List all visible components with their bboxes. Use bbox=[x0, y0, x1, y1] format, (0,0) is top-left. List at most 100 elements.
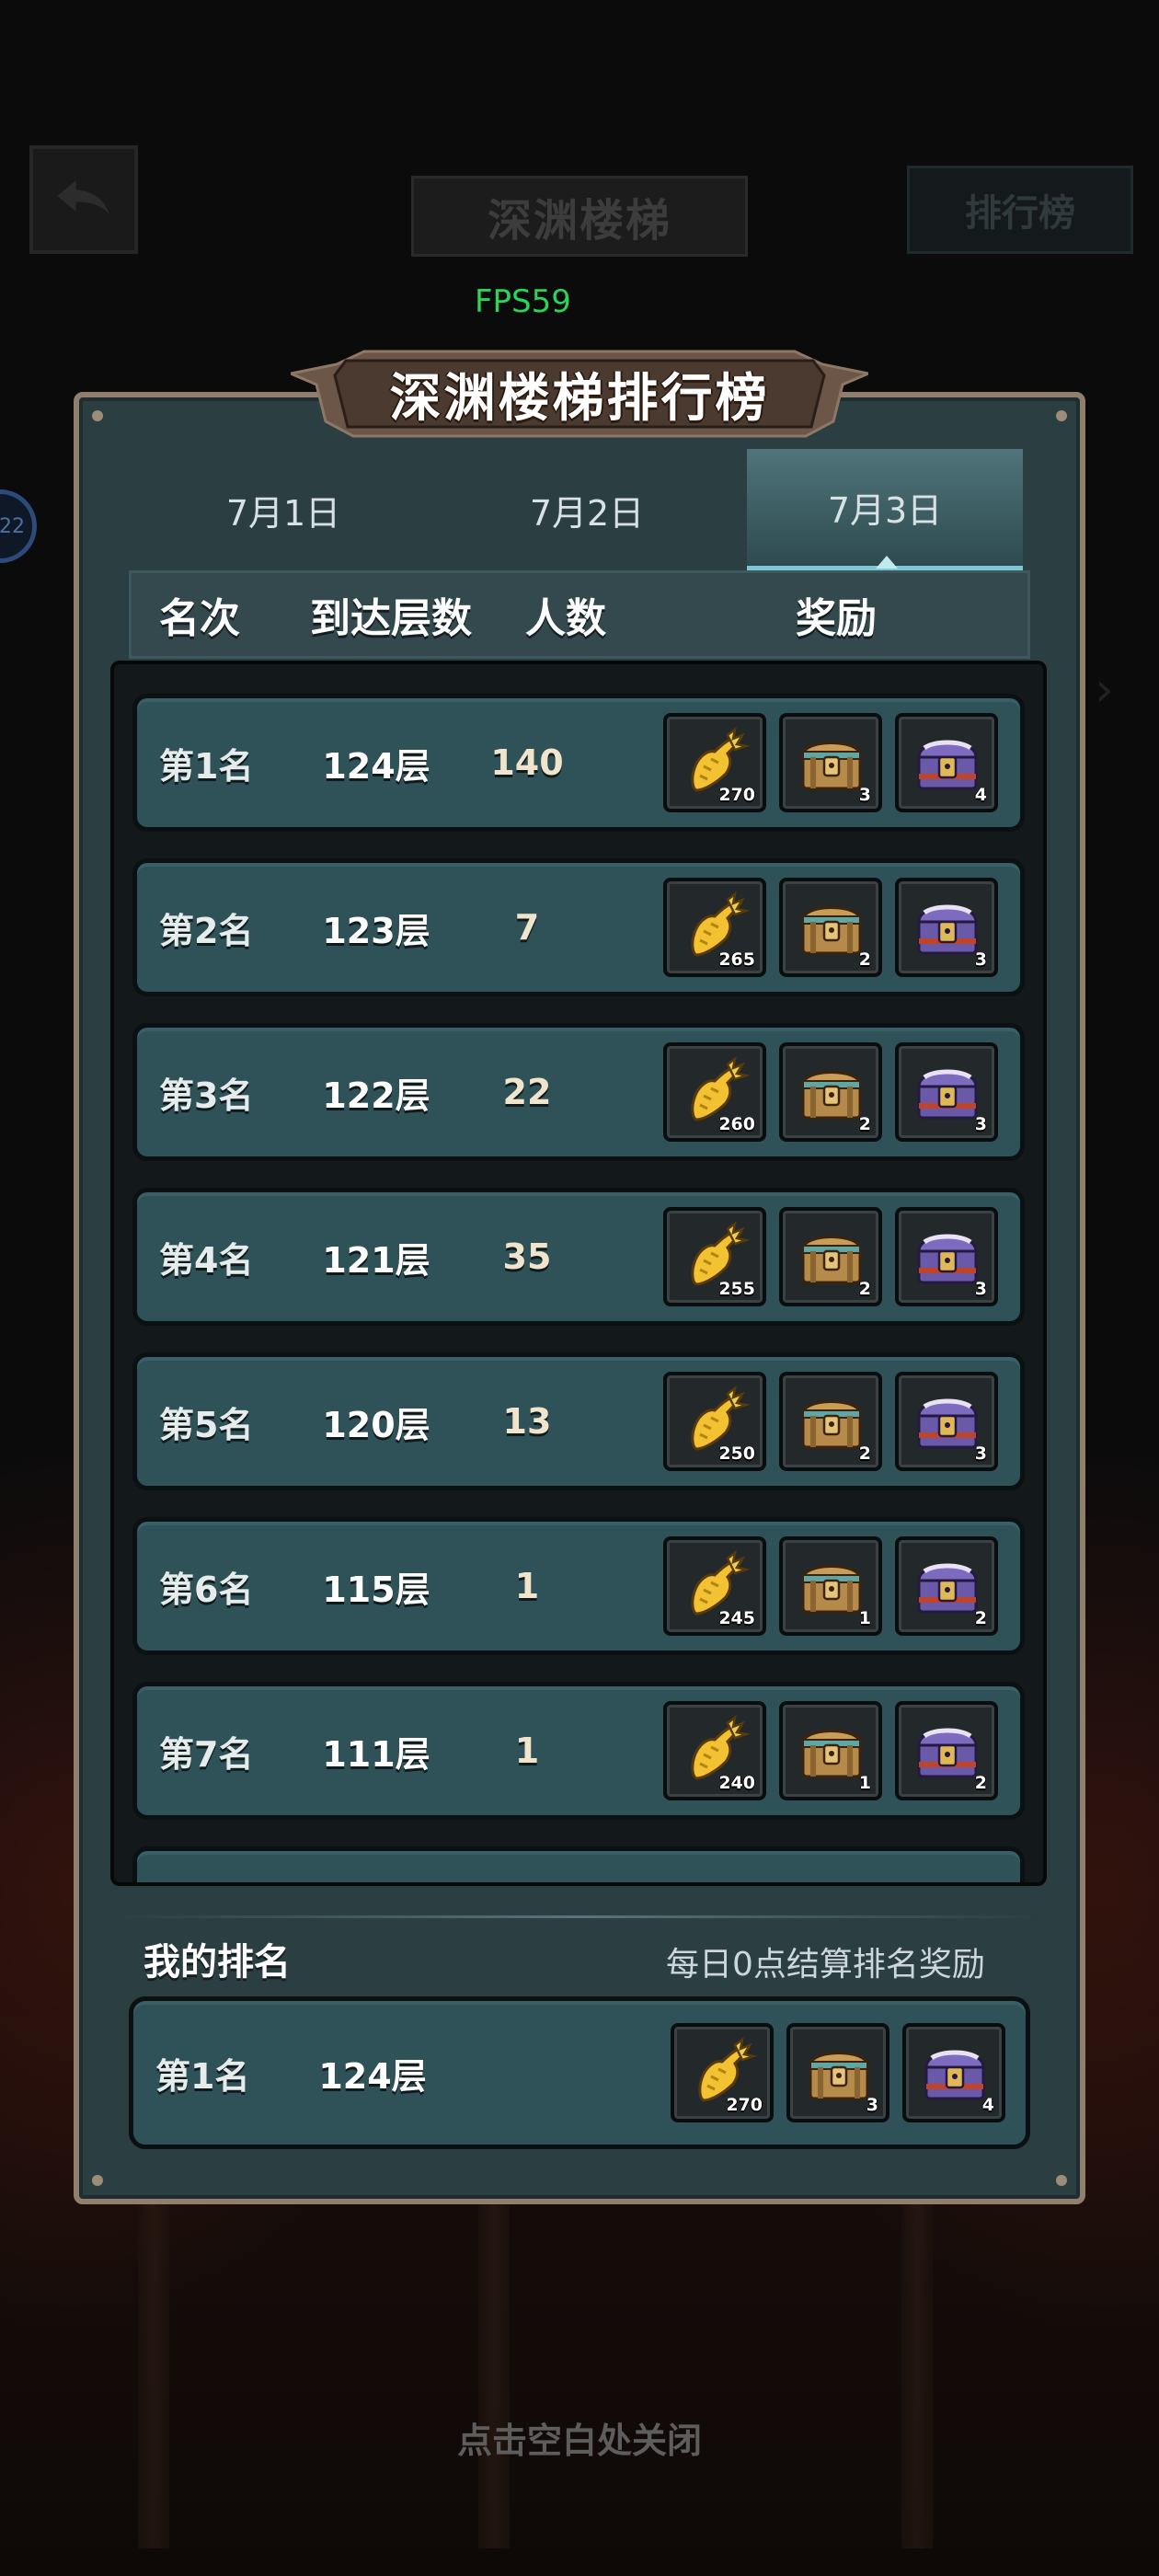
my-floor-value: 124层 bbox=[318, 2055, 427, 2097]
reward-slot[interactable]: 245 bbox=[663, 1536, 766, 1636]
reward-quantity: 270 bbox=[718, 785, 755, 805]
settlement-note: 每日0点结算排名奖励 bbox=[666, 1946, 985, 1984]
floor-cell: 121层 bbox=[322, 1239, 430, 1281]
reward-slot[interactable]: 3 bbox=[895, 1372, 998, 1471]
reward-slot[interactable]: 255 bbox=[663, 1207, 766, 1306]
reward-quantity: 1 bbox=[858, 1608, 871, 1628]
table-row: 第2名 123层 7 265 2 3 bbox=[132, 858, 1025, 996]
rank-cell: 第3名 bbox=[159, 1075, 254, 1116]
reward-quantity: 3 bbox=[974, 1443, 987, 1464]
reward-slot[interactable]: 270 bbox=[671, 2023, 774, 2122]
floor-cell: 120层 bbox=[322, 1404, 430, 1445]
reward-slot[interactable]: 2 bbox=[779, 1372, 882, 1471]
reward-slot[interactable]: 260 bbox=[663, 1042, 766, 1142]
reward-slot[interactable]: 265 bbox=[663, 878, 766, 977]
table-row: 第3名 122层 22 260 2 3 bbox=[132, 1023, 1025, 1161]
rank-cell: 第6名 bbox=[159, 1569, 254, 1610]
reward-quantity: 3 bbox=[866, 2095, 878, 2115]
reward-quantity: 1 bbox=[858, 1773, 871, 1793]
reward-slot[interactable]: 2 bbox=[895, 1536, 998, 1636]
scene-title: 深渊楼梯 bbox=[322, 175, 837, 258]
background-pillar bbox=[901, 2199, 933, 2548]
reward-quantity: 3 bbox=[858, 785, 871, 805]
tab-jul-2[interactable]: 7月2日 bbox=[449, 449, 725, 570]
divider bbox=[109, 1915, 1050, 1918]
reward-quantity: 2 bbox=[974, 1608, 987, 1628]
player-count-cell: 140 bbox=[490, 742, 564, 783]
floor-cell: 123层 bbox=[322, 910, 430, 951]
tab-jul-1[interactable]: 7月1日 bbox=[145, 449, 421, 570]
my-rank-title: 我的排名 bbox=[143, 1941, 291, 1984]
reward-slot[interactable]: 1 bbox=[779, 1701, 882, 1800]
table-row: 第5名 120层 13 250 2 3 bbox=[132, 1352, 1025, 1490]
player-count-cell: 1 bbox=[514, 1731, 540, 1771]
header-reward: 奖励 bbox=[796, 595, 877, 642]
reward-slot[interactable]: 270 bbox=[663, 713, 766, 812]
reward-slot[interactable]: 4 bbox=[902, 2023, 1005, 2122]
my-rank-value: 第1名 bbox=[155, 2055, 250, 2097]
reward-slot[interactable]: 1 bbox=[779, 1536, 882, 1636]
floor-cell: 111层 bbox=[322, 1733, 430, 1775]
background-pillar bbox=[478, 2199, 510, 2548]
corner-rivet bbox=[1056, 410, 1067, 421]
player-count-cell: 7 bbox=[514, 907, 540, 948]
corner-rivet bbox=[1056, 2175, 1067, 2186]
reward-quantity: 240 bbox=[718, 1773, 755, 1793]
title-banner: 深渊楼梯排行榜 bbox=[291, 348, 868, 440]
reward-slot[interactable]: 240 bbox=[663, 1701, 766, 1800]
table-row: 第6名 115层 1 245 1 2 bbox=[132, 1517, 1025, 1655]
player-count-cell: 1 bbox=[514, 1566, 540, 1606]
fps-counter: FPS59 bbox=[475, 283, 571, 320]
ranking-list[interactable]: 第1名 124层 140 270 3 4 第2名 123层 7 265 2 3 第3名 122层 2 2 260… bbox=[110, 661, 1047, 1886]
reward-slot[interactable]: 2 bbox=[895, 1701, 998, 1800]
reward-slot[interactable]: 2 bbox=[779, 1207, 882, 1306]
reward-slot[interactable]: 3 bbox=[779, 713, 882, 812]
rank-cell: 第1名 bbox=[159, 745, 254, 787]
scene-title-text: 深渊楼梯 bbox=[411, 176, 748, 257]
rank-cell: 第5名 bbox=[159, 1404, 254, 1445]
player-count-cell: 35 bbox=[502, 1236, 552, 1277]
table-row-partial bbox=[132, 1846, 1025, 1882]
side-arrow-icon: › bbox=[1095, 662, 1114, 718]
reward-slot[interactable]: 250 bbox=[663, 1372, 766, 1471]
table-row: 第4名 121层 35 255 2 3 bbox=[132, 1188, 1025, 1326]
reward-quantity: 245 bbox=[718, 1608, 755, 1628]
reward-quantity: 3 bbox=[974, 1279, 987, 1299]
rank-cell: 第2名 bbox=[159, 910, 254, 951]
reward-slot[interactable]: 3 bbox=[786, 2023, 889, 2122]
reward-quantity: 270 bbox=[726, 2095, 763, 2115]
tab-jul-3[interactable]: 7月3日 bbox=[747, 449, 1023, 570]
reward-slot[interactable]: 3 bbox=[895, 878, 998, 977]
reward-slot[interactable]: 3 bbox=[895, 1042, 998, 1142]
reward-slot[interactable]: 2 bbox=[779, 1042, 882, 1142]
rank-cell: 第4名 bbox=[159, 1239, 254, 1281]
leaderboard-button[interactable]: 排行榜 bbox=[907, 166, 1133, 254]
table-header: 名次 到达层数 人数 奖励 bbox=[129, 570, 1030, 659]
floor-cell: 122层 bbox=[322, 1075, 430, 1116]
header-floor: 到达层数 bbox=[310, 595, 472, 642]
close-hint[interactable]: 点击空白处关闭 bbox=[0, 2412, 1159, 2463]
floor-cell: 115层 bbox=[322, 1569, 430, 1610]
reward-quantity: 2 bbox=[858, 949, 871, 970]
floor-cell: 124层 bbox=[322, 745, 430, 787]
reward-quantity: 2 bbox=[858, 1114, 871, 1134]
reward-quantity: 3 bbox=[974, 949, 987, 970]
reward-quantity: 2 bbox=[858, 1279, 871, 1299]
reward-slot[interactable]: 2 bbox=[779, 878, 882, 977]
reward-quantity: 250 bbox=[718, 1443, 755, 1464]
header-count: 人数 bbox=[525, 595, 606, 642]
panel-title: 深渊楼梯排行榜 bbox=[389, 368, 770, 429]
reward-quantity: 4 bbox=[981, 2095, 994, 2115]
reward-quantity: 2 bbox=[858, 1443, 871, 1464]
reward-quantity: 3 bbox=[974, 1114, 987, 1134]
table-row: 第7名 111层 1 240 1 2 bbox=[132, 1682, 1025, 1820]
table-row: 第1名 124层 140 270 3 4 bbox=[132, 694, 1025, 832]
reward-quantity: 260 bbox=[718, 1114, 755, 1134]
reward-slot[interactable]: 3 bbox=[895, 1207, 998, 1306]
corner-rivet bbox=[92, 2175, 103, 2186]
background-pillar bbox=[138, 2199, 169, 2548]
rank-cell: 第7名 bbox=[159, 1733, 254, 1775]
back-button[interactable] bbox=[29, 145, 138, 254]
reward-slot[interactable]: 4 bbox=[895, 713, 998, 812]
corner-rivet bbox=[92, 410, 103, 421]
